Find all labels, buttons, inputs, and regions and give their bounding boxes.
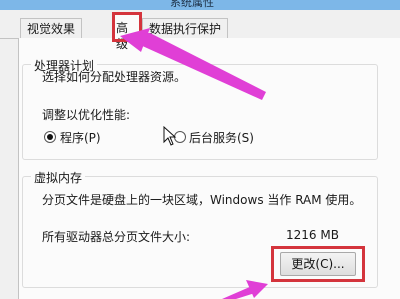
tab-visual-effects[interactable]: 视觉效果 <box>20 18 83 38</box>
total-paging-file-value: 1216 MB <box>286 228 339 242</box>
advanced-tab-highlight <box>112 12 142 42</box>
paging-file-description: 分页文件是硬盘上的一块区域，Windows 当作 RAM 使用。 <box>42 193 362 207</box>
programs-radio[interactable] <box>44 131 56 143</box>
window-title: 系统属性 <box>170 0 214 9</box>
mouse-pointer-icon <box>163 126 177 146</box>
change-button-highlight <box>271 246 365 282</box>
optimize-performance-label: 调整以优化性能: <box>42 108 131 122</box>
processor-scheduling-description: 选择如何分配处理器资源。 <box>42 70 187 84</box>
total-paging-file-label: 所有驱动器总分页文件大小: <box>42 230 191 244</box>
programs-radio-label[interactable]: 程序(P) <box>60 129 101 146</box>
tab-strip: 视觉效果 高级 数据执行保护 <box>0 10 400 51</box>
background-services-radio-label[interactable]: 后台服务(S) <box>189 129 254 146</box>
tab-data-execution-prevention[interactable]: 数据执行保护 <box>142 18 229 38</box>
virtual-memory-title: 虚拟内存 <box>31 169 86 186</box>
